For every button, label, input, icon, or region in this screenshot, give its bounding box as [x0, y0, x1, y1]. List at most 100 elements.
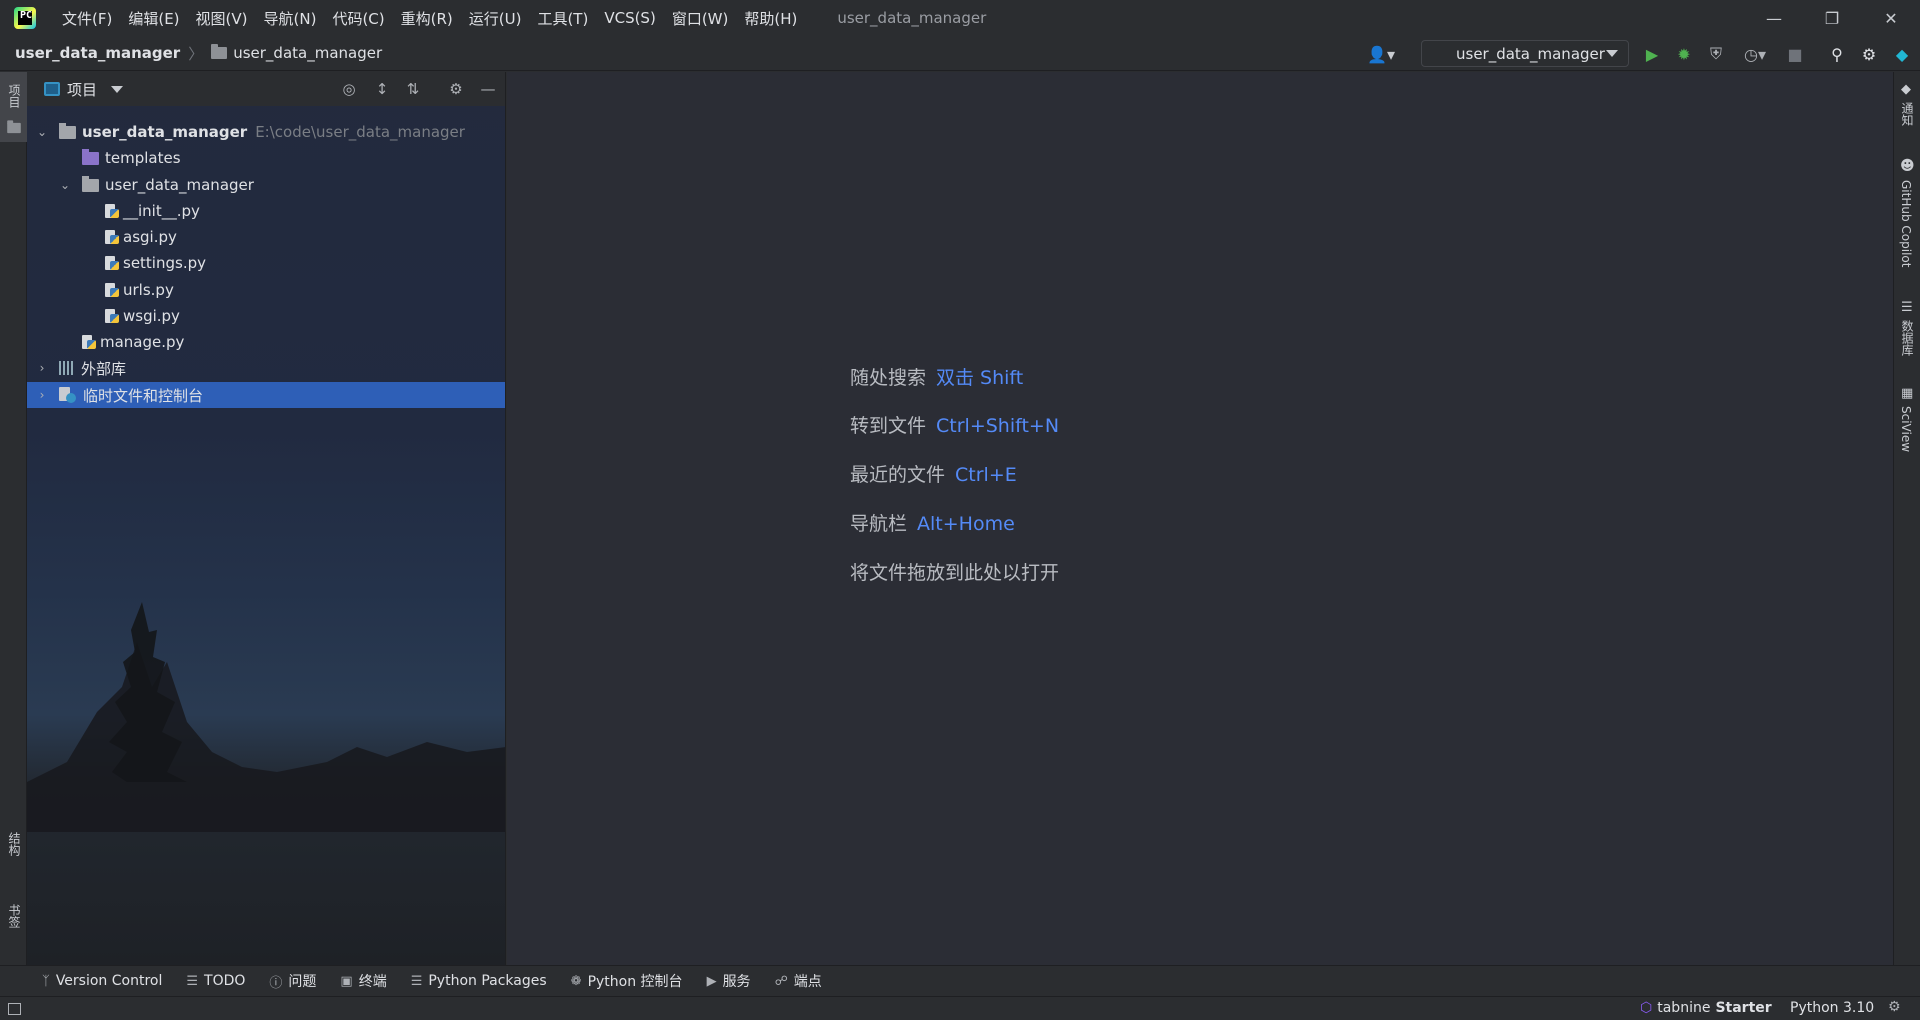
tree-item-file[interactable]: __init__.py [27, 198, 505, 224]
menu-file[interactable]: 文件(F) [54, 8, 120, 29]
project-panel-title[interactable]: 项目 [67, 79, 97, 100]
tool-label: 服务 [722, 974, 751, 990]
hint-shortcut: 双击 Shift [936, 367, 1024, 389]
tree-item-label: 临时文件和控制台 [83, 386, 204, 405]
tree-item-file[interactable]: wsgi.py [27, 303, 505, 329]
tool-label: TODO [204, 973, 246, 989]
chevron-right-icon[interactable]: › [35, 361, 49, 375]
tree-item-templates[interactable]: templates [27, 145, 505, 171]
ai-assistant-icon[interactable]: ◆ [1893, 45, 1911, 64]
hide-panel-icon[interactable]: — [479, 80, 497, 98]
profile-icon[interactable]: ◷▾ [1739, 45, 1771, 64]
restore-button[interactable]: ❐ [1803, 0, 1861, 36]
tool-label: 终端 [358, 974, 387, 990]
tabnine-status[interactable]: ⬡ tabnine Starter [1640, 1000, 1772, 1016]
breadcrumb-project[interactable]: user_data_manager [15, 44, 180, 62]
account-icon[interactable]: 👤▾ [1366, 45, 1396, 64]
hint-shortcut: Ctrl+Shift+N [936, 415, 1060, 437]
hint-goto-file: 转到文件 Ctrl+Shift+N [850, 411, 1059, 438]
tree-item-file[interactable]: manage.py [27, 329, 505, 355]
branch-icon: ᛉ [42, 973, 50, 989]
tree-item-file[interactable]: asgi.py [27, 224, 505, 250]
scratch-file-icon [59, 387, 77, 403]
debug-icon[interactable]: ✹ [1675, 45, 1693, 64]
background-trees-image [27, 602, 505, 832]
settings-gear-icon[interactable]: ⚙ [1860, 45, 1878, 64]
tree-item-scratches[interactable]: › 临时文件和控制台 [27, 382, 505, 408]
tool-python-console[interactable]: ❁ Python 控制台 [571, 971, 683, 991]
database-label: 数据库 [1900, 320, 1914, 356]
tool-terminal[interactable]: ▣ 终端 [340, 971, 386, 991]
run-configuration-select[interactable]: user_data_manager [1421, 40, 1629, 67]
tree-item-external-libraries[interactable]: › 外部库 [27, 355, 505, 381]
minimize-button[interactable]: — [1745, 0, 1803, 36]
hint-label: 导航栏 [850, 513, 908, 535]
editor-empty-area[interactable]: 随处搜索 双击 Shift 转到文件 Ctrl+Shift+N 最近的文件 Ctrl+… [507, 72, 1893, 965]
info-icon: ⓘ [269, 975, 283, 991]
hint-label: 随处搜索 [850, 367, 927, 389]
tool-python-packages[interactable]: ☰ Python Packages [411, 973, 547, 989]
search-icon[interactable]: ⚲ [1828, 45, 1846, 64]
python-icon: ❁ [570, 973, 582, 989]
notifications-tool-button[interactable]: ◆ 通知 [1894, 80, 1920, 140]
project-panel: 项目 ◎ ↕ ⇅ ⚙ — ⌄ user_data_manager E:\code… [27, 72, 506, 965]
menu-view[interactable]: 视图(V) [188, 8, 256, 29]
python-file-icon [104, 203, 120, 219]
menu-help[interactable]: 帮助(H) [736, 8, 805, 29]
status-bar: ⬡ tabnine Starter Python 3.10 ⚙ [0, 996, 1920, 1020]
hint-search-everywhere: 随处搜索 双击 Shift [850, 363, 1023, 390]
bookmarks-tool-button[interactable]: 书签 [0, 904, 27, 964]
run-icon[interactable]: ▶ [1643, 45, 1661, 64]
chevron-right-icon[interactable]: › [35, 388, 49, 402]
tool-problems[interactable]: ⓘ 问题 [269, 971, 316, 991]
sciview-tool-button[interactable]: ▦ SciView [1894, 386, 1920, 466]
tree-item-package[interactable]: ⌄ user_data_manager [27, 172, 505, 198]
breadcrumb-module[interactable]: user_data_manager [233, 44, 382, 62]
menu-edit[interactable]: 编辑(E) [120, 8, 187, 29]
tool-endpoints[interactable]: ☍ 端点 [775, 971, 822, 991]
collapse-all-icon[interactable]: ⇅ [404, 80, 422, 98]
tool-version-control[interactable]: ᛉ Version Control [42, 973, 162, 989]
menu-run[interactable]: 运行(U) [461, 8, 530, 29]
menu-refactor[interactable]: 重构(R) [393, 8, 461, 29]
structure-tool-button[interactable]: 结构 [0, 832, 27, 892]
play-circle-icon: ▶ [706, 973, 717, 989]
panel-toggle-icon[interactable] [8, 1002, 21, 1015]
stop-icon[interactable]: ■ [1786, 45, 1804, 64]
tool-todo[interactable]: ☰ TODO [186, 973, 245, 989]
close-button[interactable]: ✕ [1862, 0, 1920, 36]
gear-icon[interactable]: ⚙ [447, 80, 465, 98]
chevron-down-icon[interactable]: ⌄ [58, 178, 72, 192]
menu-navigate[interactable]: 导航(N) [256, 8, 325, 29]
database-tool-button[interactable]: ☰ 数据库 [1894, 300, 1920, 370]
python-interpreter[interactable]: Python 3.10 [1790, 1000, 1874, 1016]
sciview-icon: ▦ [1901, 386, 1914, 401]
sciview-label: SciView [1899, 406, 1913, 453]
notifications-icon[interactable]: ⚙ [1888, 999, 1901, 1015]
tree-item-label: templates [105, 149, 181, 167]
tree-item-file[interactable]: settings.py [27, 250, 505, 276]
tree-item-file[interactable]: urls.py [27, 277, 505, 303]
tree-item-project-root[interactable]: ⌄ user_data_manager E:\code\user_data_ma… [27, 119, 505, 145]
menu-code[interactable]: 代码(C) [324, 8, 392, 29]
project-tool-button[interactable]: 项目 [0, 72, 27, 142]
coverage-icon[interactable]: ⛨ [1707, 44, 1725, 63]
tree-item-label: __init__.py [123, 202, 200, 220]
chevron-down-icon[interactable] [111, 85, 124, 93]
menu-vcs[interactable]: VCS(S) [596, 9, 663, 27]
list-icon: ☰ [186, 973, 199, 989]
python-file-icon [104, 308, 120, 324]
folder-icon [7, 120, 21, 134]
tabnine-label: tabnine [1657, 1000, 1711, 1016]
project-view-icon [44, 82, 60, 96]
pycharm-logo-icon[interactable]: PC [14, 7, 36, 29]
tree-item-label: 外部库 [81, 359, 127, 378]
menu-tools[interactable]: 工具(T) [529, 8, 596, 29]
chevron-down-icon[interactable]: ⌄ [35, 125, 49, 139]
tool-services[interactable]: ▶ 服务 [707, 971, 751, 991]
locate-icon[interactable]: ◎ [340, 80, 358, 98]
menu-window[interactable]: 窗口(W) [664, 8, 737, 29]
python-file-icon [104, 229, 120, 245]
tool-label: Python Packages [428, 973, 547, 989]
expand-all-icon[interactable]: ↕ [373, 80, 391, 98]
